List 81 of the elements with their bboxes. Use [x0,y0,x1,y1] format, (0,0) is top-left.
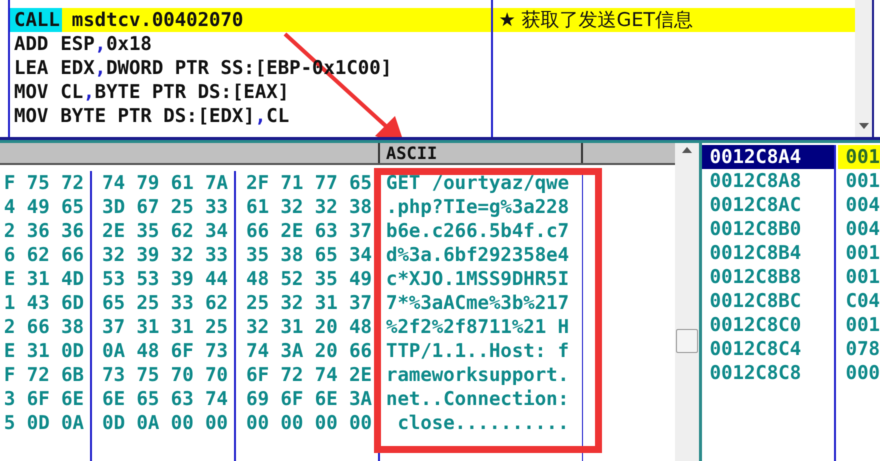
hex-bytes: 2 36 36 [4,219,84,243]
code-line[interactable]: MOV CL,BYTE PTR DS:[EAX] [10,80,491,104]
ascii-text: TTP/1.1..Host: f [386,339,570,363]
code-line[interactable]: ADD ESP,0x18 [10,32,491,56]
operands: CL,BYTE PTR DS:[EAX] [60,80,290,104]
stack-address[interactable]: 0012C8BC [702,289,834,313]
hex-bytes: 66 2E 63 37 [246,219,372,243]
stack-address[interactable]: 0012C8C0 [702,313,834,337]
hex-bytes: 00 00 00 00 [246,411,372,435]
ascii-text: b6e.c266.5b4f.c7 [386,219,570,243]
hex-bytes: 69 6F 6E 3A [246,387,372,411]
stack-address[interactable]: 0012C8A8 [702,169,834,193]
hex-bytes: 65 25 33 62 [102,291,228,315]
hex-bytes: 37 31 31 25 [102,315,228,339]
stack-address[interactable]: 0012C8B8 [702,265,834,289]
hex-bytes: 48 52 35 49 [246,267,372,291]
code-line[interactable]: MOV BYTE PTR DS:[EDX],CL [10,104,491,128]
hex-bytes: 61 32 32 38 [246,195,372,219]
hex-bytes: 73 75 70 70 [102,363,228,387]
mnemonic: ADD [13,32,50,56]
hex-bytes: 2E 35 62 34 [102,219,228,243]
stack-value: 000 [844,361,880,385]
ascii-text: close.......... [396,411,570,435]
hex-bytes: F 75 72 [4,171,84,195]
ascii-text: 7*%3aACme%3b%217 [386,291,570,315]
ascii-text: .php?TIe=g%3a228 [386,195,570,219]
mnemonic: MOV [13,104,50,128]
mnemonic: CALL [10,8,62,32]
hex-bytes: 74 79 61 7A [102,171,228,195]
hex-bytes: 2F 71 77 65 [246,171,372,195]
hex-bytes: 2 66 38 [4,315,84,339]
hex-bytes: 3 6F 6E [4,387,84,411]
hex-bytes: 5 0D 0A [4,411,84,435]
column-header: ASCII [380,143,583,163]
hex-bytes: 25 32 31 37 [246,291,372,315]
stack-value: 001 [844,265,880,289]
hex-bytes: 3D 67 25 33 [102,195,228,219]
stack-address[interactable]: 0012C8B0 [702,217,834,241]
hex-bytes: 32 39 32 33 [102,243,228,267]
ascii-text: GET /ourtyaz/qwe [386,171,570,195]
stack-address[interactable]: 0012C8A4 [702,145,834,169]
stack-value: 001 [844,169,880,193]
operands: BYTE PTR DS:[EDX],CL [60,104,290,128]
hex-bytes: 6 62 66 [4,243,84,267]
stack-value: 078 [844,337,880,361]
mnemonic: MOV [13,80,50,104]
comment: ★ 获取了发送GET信息 [498,8,693,32]
hex-bytes: 4 49 65 [4,195,84,219]
stack-address[interactable]: 0012C8C8 [702,361,834,385]
scroll-thumb[interactable] [676,329,698,353]
ascii-text: d%3a.6bf292358e4 [386,243,570,267]
hex-bytes: 0A 48 6F 73 [102,339,228,363]
ascii-text: %2f2%2f8711%21 H [386,315,570,339]
stack-address[interactable]: 0012C8B4 [702,241,834,265]
mnemonic: LEA [13,56,50,80]
hex-bytes: F 72 6B [4,363,84,387]
hex-bytes: 1 43 6D [4,291,84,315]
scroll-up-icon[interactable] [682,147,692,153]
stack-address[interactable]: 0012C8AC [702,193,834,217]
stack-value: C04 [844,289,880,313]
ascii-text: c*XJO.1MSS9DHR5I [386,267,570,291]
hex-bytes: 6F 72 74 2E [246,363,372,387]
stack-address[interactable]: 0012C8C4 [702,337,834,361]
hex-bytes: E 31 0D [4,339,84,363]
operands: ESP,0x18 [60,32,152,56]
operands: msdtcv.00402070 [72,8,244,32]
hex-bytes: 32 31 20 48 [246,315,372,339]
stack-value: 004 [844,193,880,217]
hex-bytes: 35 38 65 34 [246,243,372,267]
stack-value: 001 [844,313,880,337]
ascii-text: net..Connection: [386,387,570,411]
hex-bytes: E 31 4D [4,267,84,291]
stack-value: 004 [844,217,880,241]
scroll-down-icon[interactable] [858,123,869,129]
hex-bytes: 74 3A 20 66 [246,339,372,363]
hex-bytes: 53 53 39 44 [102,267,228,291]
stack-value: 001 [838,145,880,169]
ascii-text: rameworksupport. [386,363,570,387]
hex-bytes: 6E 65 63 74 [102,387,228,411]
stack-value: 001 [844,241,880,265]
hex-bytes: 0D 0A 00 00 [102,411,228,435]
